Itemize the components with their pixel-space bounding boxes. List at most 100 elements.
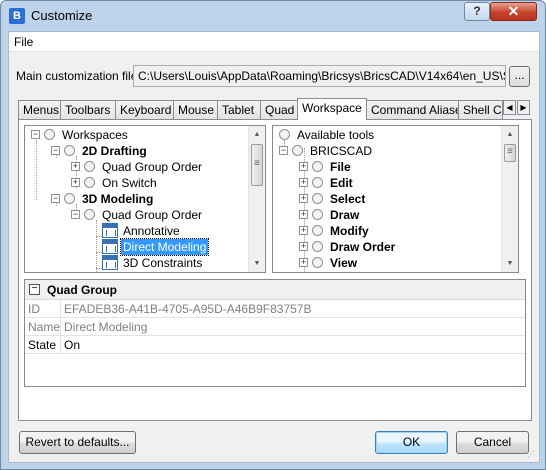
tab-toolbars[interactable]: Toolbars: [60, 100, 116, 119]
tree-item-label: Annotative: [123, 224, 180, 238]
customize-window: B Customize ? ✕ File Main customization …: [0, 0, 546, 470]
property-value: EFADEB36-A41B-4705-A95D-A46B9F83757B: [64, 302, 312, 316]
tree-item-label: Modify: [330, 224, 369, 238]
tree-item-edit[interactable]: + Edit: [273, 175, 502, 191]
ok-button[interactable]: OK: [375, 431, 448, 454]
radio-icon[interactable]: [292, 145, 303, 156]
property-row-name[interactable]: Name Direct Modeling: [25, 318, 525, 336]
tab-keyboard[interactable]: Keyboard: [115, 100, 174, 119]
collapse-icon[interactable]: −: [279, 146, 288, 155]
tree-item-label: 3D Constraints: [123, 256, 203, 270]
tree-item-workspaces[interactable]: − Workspaces: [25, 127, 249, 143]
expand-icon[interactable]: +: [71, 162, 80, 171]
tab-command-aliases[interactable]: Command Aliases: [366, 100, 468, 119]
collapse-icon[interactable]: −: [29, 284, 40, 295]
tree-item-select[interactable]: + Select: [273, 191, 502, 207]
collapse-icon[interactable]: −: [31, 130, 40, 139]
collapse-icon[interactable]: −: [51, 194, 60, 203]
tree-item-view[interactable]: + View: [273, 255, 502, 271]
radio-icon[interactable]: [312, 193, 323, 204]
quad-group-icon: [102, 223, 118, 238]
available-tools-tree[interactable]: Available tools − BRICSCAD + File + Edit: [272, 125, 519, 273]
quad-group-icon: [102, 239, 118, 254]
browse-button[interactable]: ...: [509, 66, 530, 87]
cancel-button[interactable]: Cancel: [456, 431, 529, 454]
radio-icon[interactable]: [279, 129, 290, 140]
scroll-down-icon[interactable]: ▼: [249, 255, 265, 272]
radio-icon[interactable]: [84, 161, 95, 172]
tree-item-label: Quad Group Order: [102, 160, 203, 174]
main-customization-file-field[interactable]: C:\Users\Louis\AppData\Roaming\Bricsys\B…: [133, 65, 506, 87]
scroll-up-icon[interactable]: ▲: [502, 126, 518, 143]
radio-icon[interactable]: [312, 177, 323, 188]
tree-item-draw-order[interactable]: + Draw Order: [273, 239, 502, 255]
tree-item-3d-constraints[interactable]: 3D Constraints: [25, 255, 249, 271]
tree-item-quad-group-order[interactable]: − Quad Group Order: [25, 207, 249, 223]
tab-shell-commands[interactable]: Shell C: [458, 100, 503, 119]
tree-item-file[interactable]: + File: [273, 159, 502, 175]
property-value[interactable]: On: [61, 336, 525, 353]
radio-icon[interactable]: [312, 225, 323, 236]
expand-icon[interactable]: +: [71, 178, 80, 187]
radio-icon[interactable]: [312, 241, 323, 252]
workspaces-tree[interactable]: − Workspaces − 2D Drafting + Quad Group …: [24, 125, 266, 273]
radio-icon[interactable]: [312, 257, 323, 268]
tree-item-draw[interactable]: + Draw: [273, 207, 502, 223]
expand-icon[interactable]: +: [299, 258, 308, 267]
expand-icon[interactable]: +: [299, 162, 308, 171]
workspaces-tree-scrollbar[interactable]: ▲ ▼: [248, 126, 265, 272]
tab-mouse[interactable]: Mouse: [173, 100, 218, 119]
help-button[interactable]: ?: [464, 2, 490, 21]
tree-item-label: 3D Modeling: [82, 192, 154, 206]
tree-item-available-tools[interactable]: Available tools: [273, 127, 502, 143]
tree-item-label: Draw Order: [330, 240, 396, 254]
tree-item-quad-group-order[interactable]: + Quad Group Order: [25, 159, 249, 175]
properties-category[interactable]: − Quad Group: [25, 280, 525, 300]
tree-item-label: Quad Group Order: [102, 208, 203, 222]
radio-icon[interactable]: [64, 193, 75, 204]
tab-scroll-right-icon[interactable]: ▶: [517, 100, 530, 115]
tree-item-on-switch[interactable]: + On Switch: [25, 175, 249, 191]
tab-scroll-left-icon[interactable]: ◀: [503, 100, 516, 115]
tree-item-bricscad[interactable]: − BRICSCAD: [273, 143, 502, 159]
expand-icon[interactable]: +: [299, 178, 308, 187]
tab-tablet[interactable]: Tablet: [217, 100, 261, 119]
scroll-up-icon[interactable]: ▲: [249, 126, 265, 143]
main-customization-file-label: Main customization file:: [16, 69, 141, 83]
tree-item-direct-modeling[interactable]: Direct Modeling: [25, 238, 249, 256]
tree-item-modify[interactable]: + Modify: [273, 223, 502, 239]
tree-item-2d-drafting[interactable]: − 2D Drafting: [25, 143, 249, 159]
tree-item-annotative[interactable]: Annotative: [25, 223, 249, 239]
radio-icon[interactable]: [44, 129, 55, 140]
tree-item-label: Available tools: [297, 128, 375, 142]
available-tools-scrollbar[interactable]: ▲ ▼: [501, 126, 518, 272]
title-bar[interactable]: B Customize ? ✕: [1, 1, 545, 31]
scroll-thumb[interactable]: [251, 144, 263, 186]
radio-icon[interactable]: [64, 145, 75, 156]
collapse-icon[interactable]: −: [71, 210, 80, 219]
expand-icon[interactable]: +: [299, 210, 308, 219]
scroll-down-icon[interactable]: ▼: [502, 255, 518, 272]
tab-menus[interactable]: Menus: [18, 100, 61, 119]
revert-to-defaults-button[interactable]: Revert to defaults...: [19, 431, 136, 454]
property-row-id[interactable]: ID EFADEB36-A41B-4705-A95D-A46B9F83757B: [25, 300, 525, 318]
tree-item-3d-modeling[interactable]: − 3D Modeling: [25, 191, 249, 207]
expand-icon[interactable]: +: [299, 226, 308, 235]
close-button[interactable]: ✕: [490, 2, 537, 21]
tab-workspace[interactable]: Workspace: [297, 98, 367, 120]
collapse-icon[interactable]: −: [51, 146, 60, 155]
menu-file[interactable]: File: [12, 35, 35, 49]
resize-grip-icon[interactable]: ⋰: [527, 450, 537, 460]
radio-icon[interactable]: [312, 209, 323, 220]
radio-icon[interactable]: [84, 177, 95, 188]
property-row-state[interactable]: State On: [25, 336, 525, 354]
tree-item-label: Edit: [330, 176, 353, 190]
expand-icon[interactable]: +: [299, 242, 308, 251]
radio-icon[interactable]: [84, 209, 95, 220]
tree-item-label: File: [330, 160, 351, 174]
scroll-thumb[interactable]: [504, 144, 516, 162]
tab-quad[interactable]: Quad: [260, 100, 298, 119]
expand-icon[interactable]: +: [299, 194, 308, 203]
tree-item-label: Select: [330, 192, 366, 206]
radio-icon[interactable]: [312, 161, 323, 172]
